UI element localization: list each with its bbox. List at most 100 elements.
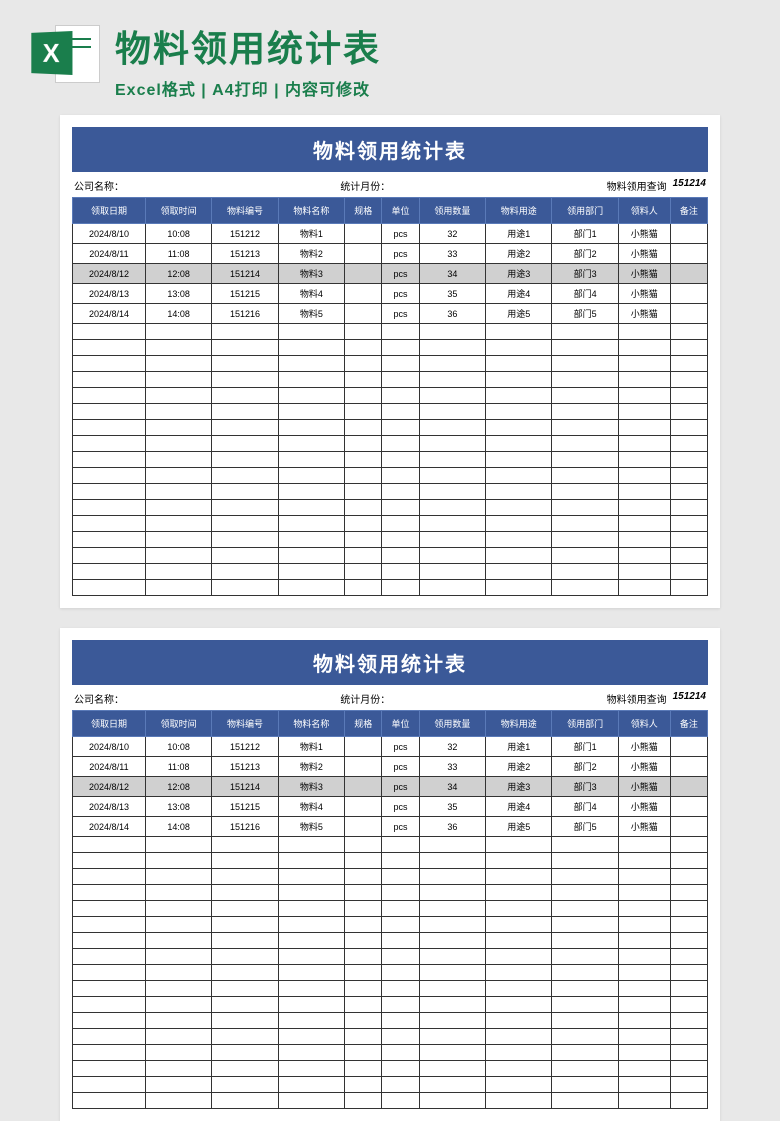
table-row-empty [73, 500, 708, 516]
month-label: 统计月份： [340, 178, 390, 193]
table-cell [670, 564, 707, 580]
table-cell [212, 484, 278, 500]
table-cell [345, 1093, 382, 1109]
table-cell: 用途4 [486, 797, 552, 817]
table-cell [345, 1029, 382, 1045]
table-cell [212, 324, 278, 340]
table-cell [145, 885, 211, 901]
table-row-empty [73, 532, 708, 548]
table-cell [73, 837, 146, 853]
table-cell [670, 404, 707, 420]
table-cell [670, 468, 707, 484]
table-cell [145, 1013, 211, 1029]
table-cell [345, 564, 382, 580]
table-cell [73, 1061, 146, 1077]
query-label: 物料领用查询 [607, 178, 667, 193]
table-cell [670, 997, 707, 1013]
table-cell: pcs [382, 797, 419, 817]
table-cell [278, 484, 344, 500]
table-row: 2024/8/1212:08151214物料3pcs34用途3部门3小熊猫 [73, 777, 708, 797]
table-cell [670, 1093, 707, 1109]
table-cell: 部门1 [552, 737, 618, 757]
table-cell [345, 356, 382, 372]
table-cell [419, 1013, 485, 1029]
table-cell: 用途1 [486, 224, 552, 244]
table-row-empty [73, 885, 708, 901]
table-cell: 151215 [212, 284, 278, 304]
table-cell [552, 388, 618, 404]
table-cell [145, 388, 211, 404]
table-cell [345, 548, 382, 564]
table-cell: 部门3 [552, 264, 618, 284]
table-cell [278, 917, 344, 933]
table-cell [552, 1061, 618, 1077]
table-cell [212, 1045, 278, 1061]
table-cell: 34 [419, 777, 485, 797]
table-cell [486, 837, 552, 853]
column-header: 规格 [345, 711, 382, 737]
table-cell [419, 949, 485, 965]
table-row: 2024/8/1010:08151212物料1pcs32用途1部门1小熊猫 [73, 224, 708, 244]
table-cell: 物料3 [278, 264, 344, 284]
table-cell [419, 548, 485, 564]
table-cell: pcs [382, 777, 419, 797]
sub-title: Excel格式 | A4打印 | 内容可修改 [115, 76, 750, 100]
table-cell [419, 388, 485, 404]
table-cell: 151215 [212, 797, 278, 817]
table-cell [382, 452, 419, 468]
table-cell [145, 1077, 211, 1093]
column-header: 单位 [382, 711, 419, 737]
table-cell [670, 853, 707, 869]
table-cell [145, 420, 211, 436]
table-cell [278, 901, 344, 917]
table-cell [73, 580, 146, 596]
table-cell [486, 356, 552, 372]
table-cell [382, 388, 419, 404]
table-cell [73, 436, 146, 452]
table-cell [382, 500, 419, 516]
table-row-empty [73, 452, 708, 468]
table-cell: 小熊猫 [618, 737, 670, 757]
table-cell [486, 933, 552, 949]
table-cell [145, 324, 211, 340]
query-value: 151214 [673, 178, 706, 193]
table-cell [618, 436, 670, 452]
table-cell [670, 737, 707, 757]
table-cell: 151214 [212, 264, 278, 284]
table-cell [670, 340, 707, 356]
table-cell [145, 917, 211, 933]
table-cell [345, 965, 382, 981]
table-cell [278, 340, 344, 356]
table-cell [670, 837, 707, 853]
table-cell [345, 304, 382, 324]
table-row: 2024/8/1212:08151214物料3pcs34用途3部门3小熊猫 [73, 264, 708, 284]
table-cell: 物料1 [278, 224, 344, 244]
table-cell [419, 516, 485, 532]
table-row-empty [73, 1061, 708, 1077]
table-cell: pcs [382, 304, 419, 324]
table-cell [73, 981, 146, 997]
table-cell [419, 1045, 485, 1061]
table-cell [145, 372, 211, 388]
document-page-1: 物料领用统计表 公司名称： 统计月份： 物料领用查询 151214 领取日期领取… [60, 115, 720, 608]
table-cell [212, 917, 278, 933]
table-cell [670, 484, 707, 500]
table-cell [345, 244, 382, 264]
table-row-empty [73, 340, 708, 356]
table-cell [73, 404, 146, 420]
table-cell: 151212 [212, 224, 278, 244]
table-cell [73, 917, 146, 933]
excel-icon: X [30, 20, 100, 90]
table-cell [345, 468, 382, 484]
table-cell [670, 532, 707, 548]
table-cell [670, 797, 707, 817]
table-cell [419, 917, 485, 933]
table-cell: 用途2 [486, 244, 552, 264]
table-row-empty [73, 580, 708, 596]
table-cell [382, 1013, 419, 1029]
table-cell [212, 532, 278, 548]
table-cell: 物料5 [278, 817, 344, 837]
table-cell: 小熊猫 [618, 264, 670, 284]
table-cell [382, 997, 419, 1013]
table-cell [552, 500, 618, 516]
